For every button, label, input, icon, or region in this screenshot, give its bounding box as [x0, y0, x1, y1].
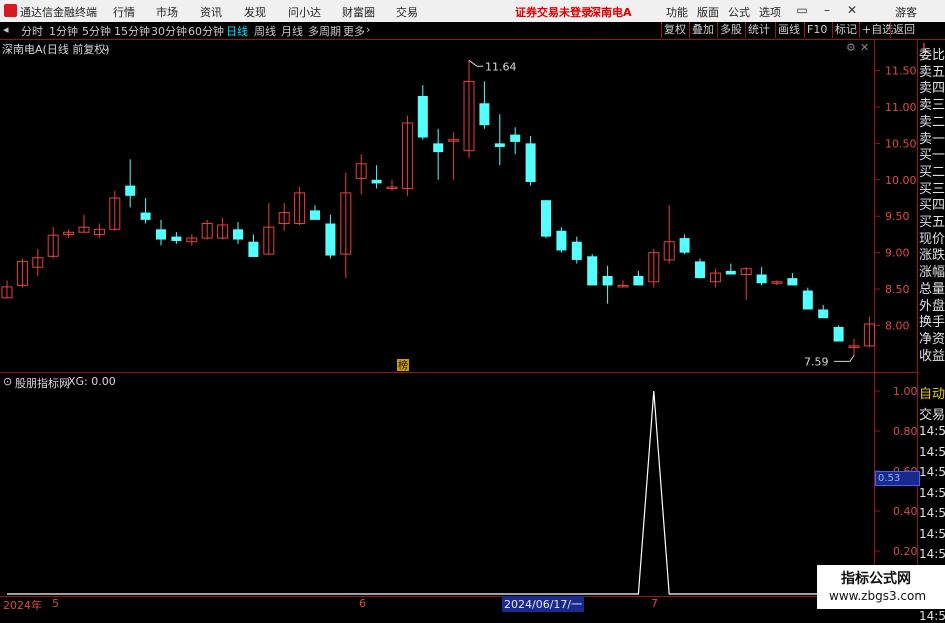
indicator-tick-label: 0.80 — [893, 425, 918, 438]
price-tick-label: 9.50 — [885, 210, 910, 223]
price-tick-label: 11.50 — [885, 65, 917, 78]
price-tick-label: 11.00 — [885, 101, 917, 114]
candle-body-down — [510, 134, 521, 142]
candle-body-down — [556, 230, 567, 251]
candle-body-down — [587, 256, 598, 286]
low-price-label: 7.59 — [804, 355, 829, 368]
candle-body-down — [802, 290, 813, 310]
candle-body-down — [248, 241, 259, 258]
candlestick-chart: 8.00 8.50 9.00 9.50 10.00 10.50 11.00 11.50 11.6… — [1, 59, 918, 595]
current-value-tag: 0.53 — [875, 471, 920, 486]
xaxis-month-5: 5 — [52, 597, 59, 610]
watermark-title: 指标公式网 — [841, 571, 911, 587]
candle-body-down — [417, 96, 428, 138]
candle-body-down — [525, 143, 536, 182]
sidebar-trade-8: 14:56 — [919, 547, 945, 561]
list-marker-label: 榜 — [398, 359, 408, 372]
candle-body-down — [433, 143, 444, 153]
high-price-label: 11.64 — [485, 60, 517, 73]
sidebar-trade-2: 14:56 — [919, 424, 945, 438]
sidebar-label-19: 收益 — [919, 348, 945, 364]
candle-body-down — [371, 179, 382, 184]
price-tick-label: 10.50 — [885, 137, 917, 150]
sidebar-trade-11: 14:56 — [919, 608, 945, 623]
sidebar-trade-3: 14:56 — [919, 444, 945, 459]
candle-body-down — [171, 236, 182, 241]
price-tick-label: 10.00 — [885, 174, 917, 187]
candle-body-down — [725, 270, 736, 275]
low-marker-line — [834, 355, 855, 362]
sidebar-trade-1: 交易 — [919, 407, 945, 423]
indicator-tick-label: 0.20 — [893, 545, 918, 558]
xaxis-month-7: 7 — [651, 597, 658, 610]
candle-body-down — [818, 309, 829, 319]
xg-signal-line — [7, 390, 870, 595]
candle-body-down — [233, 229, 243, 240]
xaxis-cursor-date: 2024/06/17/一 — [502, 596, 585, 612]
indicator-tick-label: 1.00 — [893, 385, 918, 398]
candle-body-down — [695, 261, 705, 279]
candle-body-down — [325, 223, 336, 256]
candle-body-down — [479, 103, 490, 126]
candle-body-down — [310, 210, 320, 220]
sidebar-trade-4: 14:56 — [919, 465, 945, 479]
price-tick-label: 8.50 — [885, 283, 910, 296]
watermark-url: www.zbgs3.com — [829, 589, 927, 603]
indicator-tick-label: 0.40 — [893, 505, 918, 518]
candle-body-down — [602, 275, 613, 286]
sidebar-trade-0: 自动 — [919, 387, 945, 402]
watermark: 指标公式网 www.zbgs3.com — [817, 565, 945, 609]
candle-body-down — [756, 274, 767, 284]
high-marker-line — [468, 59, 483, 67]
price-tick-label: 9.00 — [885, 247, 910, 260]
candle-body-down — [541, 200, 551, 237]
candle-body-down — [633, 275, 644, 286]
candle-body-down — [787, 278, 798, 286]
candle-body-down — [494, 143, 505, 147]
candle-body-down — [679, 238, 690, 253]
sidebar-trade-7: 14:56 — [919, 526, 945, 541]
xaxis-month-6: 6 — [359, 597, 366, 610]
candle-body-down — [156, 229, 166, 240]
price-tick-label: 8.00 — [885, 320, 910, 333]
candle-body-down — [140, 212, 151, 220]
sidebar-trade-5: 14:56 — [919, 485, 945, 500]
sidebar-trade-6: 14:56 — [919, 506, 945, 520]
candle-body-down — [833, 326, 844, 342]
xaxis-year-label: 2024年 — [3, 599, 42, 612]
candle-body-down — [125, 185, 136, 196]
candle-body-down — [571, 241, 582, 260]
